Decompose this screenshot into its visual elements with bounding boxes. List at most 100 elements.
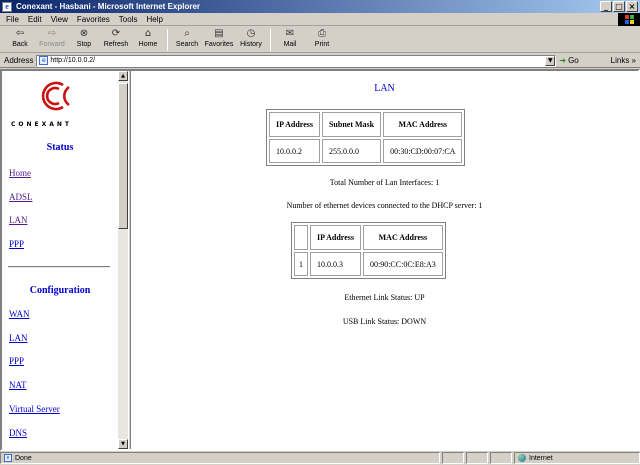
- table-header-row: IP Address MAC Address: [294, 225, 443, 250]
- nav-link-adsl[interactable]: ADSL: [9, 192, 33, 202]
- window-title: Conexant - Hasbani - Microsoft Internet …: [16, 2, 201, 11]
- status-bar: e Done Internet: [0, 451, 640, 465]
- total-interfaces-text: Total Number of Lan Interfaces: 1: [329, 178, 440, 187]
- forward-arrow-icon: ⇨: [47, 28, 57, 39]
- nav-link-lan-status[interactable]: LAN: [9, 215, 28, 225]
- address-bar: Address e http://10.0.0.2/ ▼ ➔ Go Links …: [0, 54, 640, 68]
- print-button[interactable]: ⎙ Print: [306, 27, 338, 53]
- minimize-button[interactable]: _: [600, 1, 612, 12]
- ethernet-link-status: Ethernet Link Status: UP: [344, 293, 425, 302]
- search-icon: ⌕: [184, 28, 190, 39]
- logo-wordmark: CONEXANT: [11, 121, 73, 128]
- status-panel-empty: [466, 452, 488, 464]
- table-row: 10.0.0.2 255.0.0.0 00:30:CD:00:07:CA: [269, 139, 463, 163]
- home-button[interactable]: ⌂ Home: [132, 27, 164, 53]
- nav-link-lan-config[interactable]: LAN: [9, 333, 28, 343]
- dhcp-devices-text: Number of ethernet devices connected to …: [286, 201, 483, 210]
- refresh-icon: ⟳: [111, 28, 121, 39]
- configuration-heading: Configuration: [29, 285, 91, 296]
- column-header: MAC Address: [383, 112, 463, 137]
- usb-link-status: USB Link Status: DOWN: [342, 317, 427, 326]
- status-heading: Status: [46, 142, 74, 153]
- home-icon: ⌂: [144, 28, 152, 39]
- nav-link-virtual-server[interactable]: Virtual Server: [9, 404, 60, 414]
- scroll-up-button[interactable]: ▲: [118, 71, 128, 81]
- table-cell: 10.0.0.3: [310, 252, 361, 276]
- conexant-logo: [41, 81, 70, 111]
- mail-icon: ✉: [285, 28, 295, 39]
- back-arrow-icon: ⇦: [15, 28, 25, 39]
- go-button[interactable]: ➔ Go: [559, 56, 578, 65]
- toolbar: ⇦ Back ⇨ Forward ⊗ Stop ⟳ Refresh ⌂ Home…: [0, 27, 640, 53]
- page-title: LAN: [374, 83, 395, 94]
- scroll-down-button[interactable]: ▼: [118, 439, 128, 449]
- status-panel-empty: [442, 452, 464, 464]
- status-text: Done: [15, 454, 32, 462]
- menu-bar: File Edit View Favorites Tools Help: [0, 13, 640, 26]
- nav-link-nat[interactable]: NAT: [9, 380, 27, 390]
- table-cell: 255.0.0.0: [321, 139, 382, 163]
- toolbar-separator: [167, 29, 168, 51]
- address-url: http://10.0.0.2/: [50, 57, 96, 64]
- column-header: [294, 225, 308, 250]
- menu-file[interactable]: File: [6, 15, 19, 24]
- toolbar-separator: [270, 29, 271, 51]
- nav-link-ppp-status[interactable]: PPP: [9, 239, 24, 249]
- column-header: Subnet Mask: [321, 112, 382, 137]
- table-cell: 00:30:CD:00:07:CA: [383, 139, 463, 163]
- forward-button[interactable]: ⇨ Forward: [36, 27, 68, 53]
- menu-help[interactable]: Help: [146, 15, 162, 24]
- close-button[interactable]: ×: [626, 1, 638, 12]
- stop-icon: ⊗: [79, 28, 89, 39]
- table-header-row: IP Address Subnet Mask MAC Address: [269, 112, 463, 137]
- nav-link-dns[interactable]: DNS: [9, 428, 27, 438]
- ie-icon: e: [2, 1, 12, 12]
- refresh-button[interactable]: ⟳ Refresh: [100, 27, 132, 53]
- menu-edit[interactable]: Edit: [28, 15, 42, 24]
- menu-tools[interactable]: Tools: [119, 15, 138, 24]
- links-button[interactable]: Links »: [611, 56, 636, 65]
- back-button[interactable]: ⇦ Back: [4, 27, 36, 53]
- stop-button[interactable]: ⊗ Stop: [68, 27, 100, 53]
- title-bar: e Conexant - Hasbani - Microsoft Interne…: [0, 0, 640, 13]
- column-header: IP Address: [310, 225, 361, 250]
- internet-zone-icon: [518, 454, 526, 462]
- history-button[interactable]: ◷ History: [235, 27, 267, 53]
- status-panel-empty: [490, 452, 512, 464]
- navigation-scrollbar[interactable]: ▲ ▼: [118, 71, 128, 449]
- navigation-frame: CONEXANT Status Home ADSL LAN PPP Config…: [2, 71, 118, 449]
- lan-interface-table: IP Address Subnet Mask MAC Address 10.0.…: [266, 109, 466, 166]
- nav-link-home[interactable]: Home: [9, 168, 31, 178]
- table-cell: 00:90:CC:0C:E8:A3: [362, 252, 443, 276]
- nav-link-ppp-config[interactable]: PPP: [9, 356, 24, 366]
- column-header: MAC Address: [362, 225, 443, 250]
- window-controls: _ □ ×: [600, 1, 638, 12]
- page-done-icon: e: [4, 454, 12, 462]
- browser-content: CONEXANT Status Home ADSL LAN PPP Config…: [0, 69, 640, 451]
- favorites-button[interactable]: ▤ Favorites: [203, 27, 235, 53]
- scroll-thumb[interactable]: [118, 83, 128, 229]
- mail-button[interactable]: ✉ Mail: [274, 27, 306, 53]
- main-frame: LAN IP Address Subnet Mask MAC Address 1…: [131, 71, 638, 449]
- favorites-folder-icon: ▤: [214, 28, 224, 39]
- table-cell: 1: [294, 252, 308, 276]
- menu-favorites[interactable]: Favorites: [77, 15, 110, 24]
- maximize-button[interactable]: □: [613, 1, 625, 12]
- security-zone-panel: Internet: [514, 452, 640, 464]
- address-label: Address: [4, 56, 34, 65]
- nav-divider: [8, 266, 110, 268]
- column-header: IP Address: [269, 112, 320, 137]
- menu-view[interactable]: View: [51, 15, 68, 24]
- table-cell: 10.0.0.2: [269, 139, 320, 163]
- zone-label: Internet: [529, 454, 553, 462]
- address-dropdown-button[interactable]: ▼: [545, 55, 556, 66]
- status-text-panel: e Done: [0, 452, 440, 464]
- nav-link-wan[interactable]: WAN: [9, 309, 30, 319]
- table-row: 1 10.0.0.3 00:90:CC:0C:E8:A3: [294, 252, 443, 276]
- search-button[interactable]: ⌕ Search: [171, 27, 203, 53]
- printer-icon: ⎙: [318, 28, 326, 39]
- dhcp-clients-table: IP Address MAC Address 1 10.0.0.3 00:90:…: [291, 222, 446, 279]
- address-input[interactable]: e http://10.0.0.2/ ▼: [36, 54, 557, 67]
- page-icon: e: [39, 56, 49, 65]
- go-arrow-icon: ➔: [559, 56, 567, 65]
